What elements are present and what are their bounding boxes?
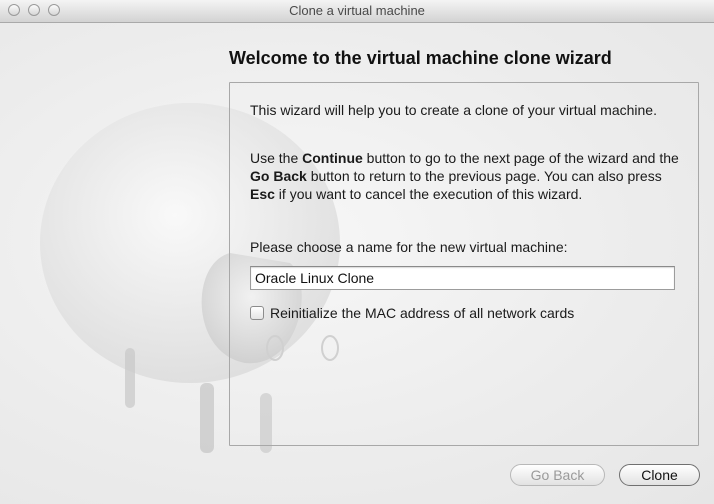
wizard-panel: This wizard will help you to create a cl…	[229, 82, 699, 446]
name-prompt-label: Please choose a name for the new virtual…	[250, 239, 568, 255]
reinit-mac-label[interactable]: Reinitialize the MAC address of all netw…	[270, 305, 574, 321]
reinit-mac-checkbox[interactable]	[250, 306, 264, 320]
clone-button[interactable]: Clone	[619, 464, 700, 486]
title-bar[interactable]: Clone a virtual machine	[0, 0, 714, 23]
window-title: Clone a virtual machine	[289, 3, 425, 18]
navigation-help-text: Use the Continue button to go to the nex…	[250, 150, 679, 202]
reinit-mac-option[interactable]: Reinitialize the MAC address of all netw…	[250, 305, 574, 321]
continue-keyword: Continue	[302, 150, 363, 166]
goback-keyword: Go Back	[250, 168, 307, 184]
vm-name-input[interactable]	[250, 266, 675, 290]
go-back-button[interactable]: Go Back	[510, 464, 605, 486]
clone-vm-window: Clone a virtual machine Welcome to the v…	[0, 0, 714, 504]
wizard-heading: Welcome to the virtual machine clone wiz…	[229, 48, 612, 68]
esc-keyword: Esc	[250, 186, 275, 202]
wizard-content: Welcome to the virtual machine clone wiz…	[0, 23, 714, 504]
intro-text: This wizard will help you to create a cl…	[250, 102, 657, 118]
